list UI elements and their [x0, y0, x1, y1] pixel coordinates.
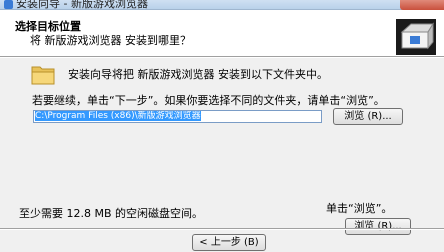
install-path-value: C:\Program Files (x86)\新版游戏浏览器: [35, 111, 201, 121]
browse-button-secondary[interactable]: 浏览 (R)...: [345, 218, 411, 235]
folder-icon: [31, 66, 55, 85]
install-path-input[interactable]: C:\Program Files (x86)\新版游戏浏览器: [33, 110, 322, 123]
installer-box-icon: [396, 19, 436, 55]
title-bar: 安装向导 - 新版游戏浏览器: [0, 0, 444, 10]
header-divider: [0, 56, 444, 58]
close-window-button[interactable]: [400, 0, 444, 10]
browse-hint-text: 单击“浏览”。: [326, 202, 393, 215]
page-subtitle: 将 新版游戏浏览器 安装到哪里？: [30, 34, 191, 47]
disk-space-note: 至少需要 12.8 MB 的空闲磁盘空间。: [19, 207, 204, 220]
app-icon: [4, 0, 13, 9]
wizard-header: 选择目标位置 将 新版游戏浏览器 安装到哪里？: [0, 10, 444, 56]
instruction-text: 若要继续，单击“下一步”。如果你要选择不同的文件夹，请单击“浏览”。: [32, 94, 385, 107]
footer-divider: [0, 228, 444, 230]
browse-button[interactable]: 浏览 (R)...: [333, 108, 403, 125]
back-button[interactable]: < 上一步 (B): [192, 234, 266, 251]
intro-text: 安装向导将把 新版游戏浏览器 安装到以下文件夹中。: [68, 68, 328, 81]
